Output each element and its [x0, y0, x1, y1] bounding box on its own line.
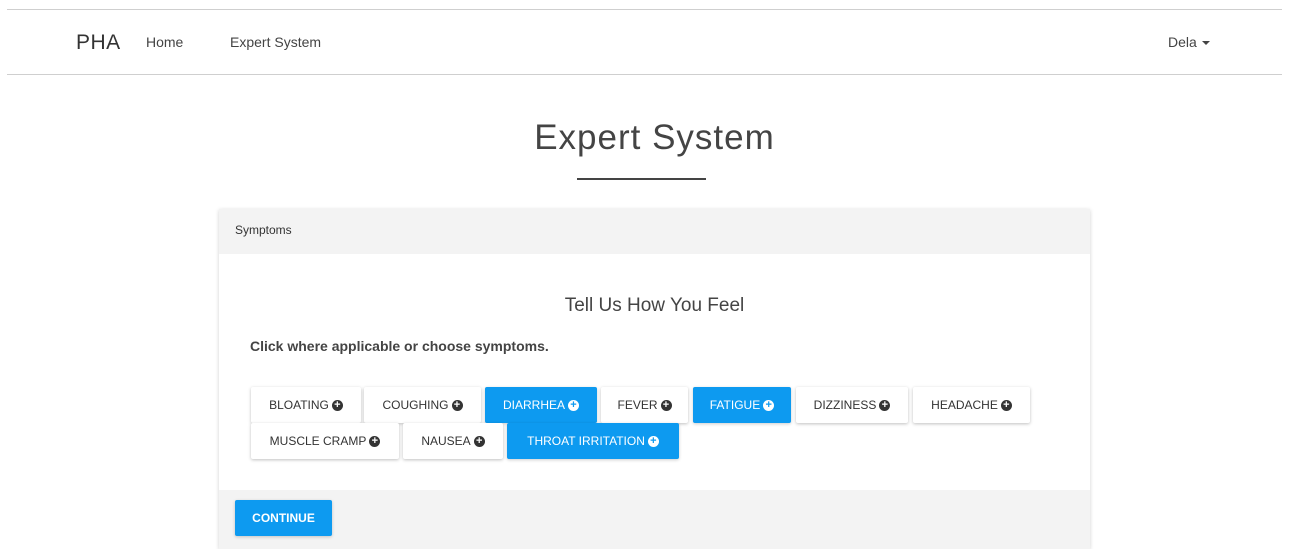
- symptom-dizziness-button[interactable]: DIZZINESS +: [796, 387, 908, 423]
- symptom-label: MUSCLE CRAMP: [269, 434, 367, 448]
- symptom-fatigue-button[interactable]: FATIGUE +: [693, 387, 791, 423]
- symptoms-panel: Symptoms Tell Us How You Feel Click wher…: [219, 209, 1090, 549]
- plus-circle-icon: +: [473, 435, 485, 447]
- symptom-label: DIARRHEA: [502, 398, 565, 412]
- symptom-label: NAUSEA: [421, 434, 471, 448]
- title-underline: [577, 178, 706, 180]
- symptom-label: COUGHING: [382, 398, 449, 412]
- panel-heading-label: Symptoms: [235, 223, 292, 237]
- symptom-label: THROAT IRRITATION: [527, 434, 645, 448]
- symptom-bloating-button[interactable]: BLOATING +: [251, 387, 361, 423]
- symptom-coughing-button[interactable]: COUGHING +: [364, 387, 481, 423]
- nav-home-link[interactable]: Home: [146, 34, 183, 50]
- symptom-nausea-button[interactable]: NAUSEA +: [403, 423, 503, 459]
- plus-circle-icon: +: [568, 399, 579, 411]
- symptom-label: FATIGUE: [709, 398, 761, 412]
- symptom-label: HEADACHE: [931, 398, 998, 412]
- user-name: Dela: [1168, 34, 1197, 50]
- plus-circle-icon: +: [647, 435, 659, 447]
- plus-circle-icon: +: [331, 399, 343, 411]
- symptom-throat-irritation-button[interactable]: THROAT IRRITATION +: [507, 423, 679, 459]
- continue-button[interactable]: CONTINUE: [235, 500, 332, 536]
- page-title: Expert System: [534, 118, 775, 157]
- user-menu-dropdown[interactable]: Dela: [1168, 34, 1210, 50]
- plus-circle-icon: +: [451, 399, 463, 411]
- brand-logo[interactable]: PHA: [76, 31, 121, 55]
- plus-circle-icon: +: [879, 399, 891, 411]
- plus-circle-icon: +: [660, 399, 672, 411]
- plus-circle-icon: +: [763, 399, 775, 411]
- caret-down-icon: [1201, 41, 1210, 46]
- symptom-muscle-cramp-button[interactable]: MUSCLE CRAMP +: [251, 423, 399, 459]
- nav-expert-system-link[interactable]: Expert System: [230, 34, 321, 50]
- symptom-label: BLOATING: [269, 398, 329, 412]
- plus-circle-icon: +: [1000, 399, 1012, 411]
- symptom-label: DIZZINESS: [813, 398, 877, 412]
- symptom-label: FEVER: [617, 398, 658, 412]
- panel-footer: CONTINUE: [219, 490, 1090, 549]
- symptom-fever-button[interactable]: FEVER +: [601, 387, 688, 423]
- panel-heading: Symptoms: [219, 209, 1090, 254]
- plus-circle-icon: +: [369, 435, 381, 447]
- symptom-diarrhea-button[interactable]: DIARRHEA +: [485, 387, 597, 423]
- navbar: PHA Home Expert System Dela: [7, 9, 1282, 75]
- instruction-text: Click where applicable or choose symptom…: [250, 338, 549, 354]
- symptom-headache-button[interactable]: HEADACHE +: [913, 387, 1030, 423]
- panel-subtitle: Tell Us How You Feel: [564, 295, 745, 316]
